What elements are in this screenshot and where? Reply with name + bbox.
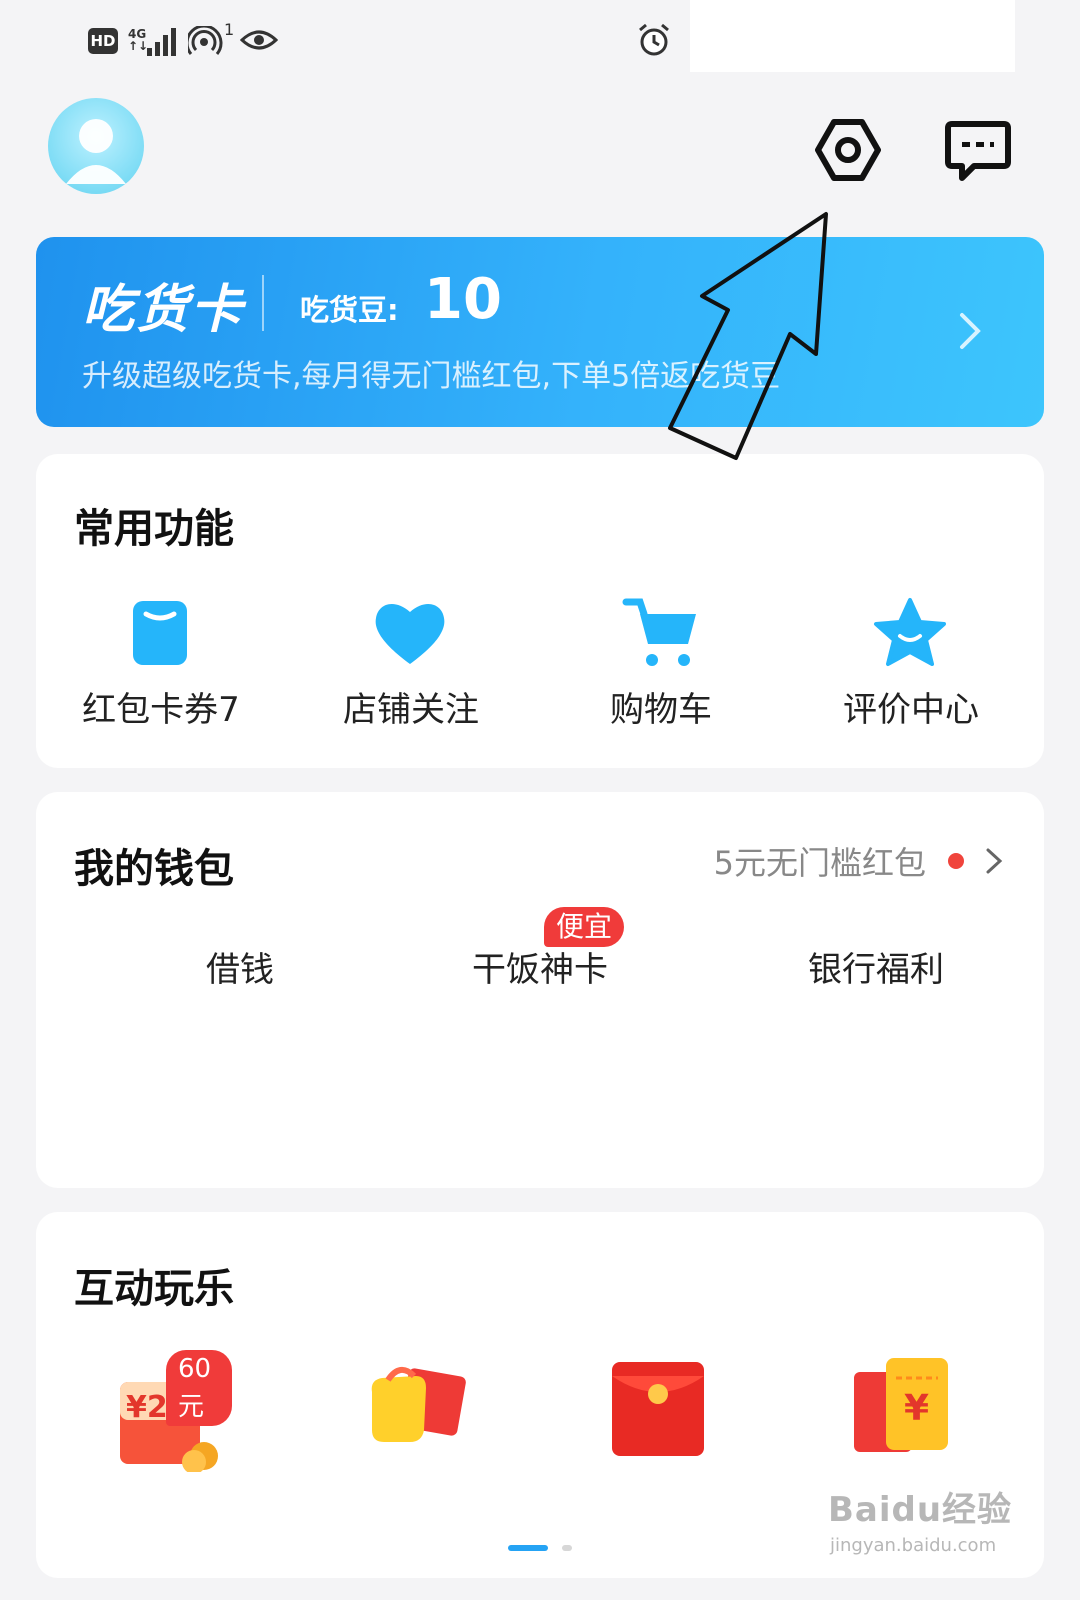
vip-card-subtitle: 升级超级吃货卡,每月得无门槛红包,下单5倍返吃货豆 <box>82 359 781 394</box>
section-title: 常用功能 <box>74 506 234 552</box>
game-ticket[interactable]: ¥ <box>842 1352 962 1462</box>
section-title: 互动玩乐 <box>74 1266 234 1312</box>
section-title: 我的钱包 <box>74 846 234 892</box>
function-followed-shops[interactable]: 店铺关注 <box>286 584 536 734</box>
cart-icon <box>622 598 696 666</box>
game-badge: 60元 <box>166 1350 232 1426</box>
red-packet-icon[interactable] <box>598 1352 718 1462</box>
alarm-icon <box>639 23 669 56</box>
chevron-right-icon <box>986 848 1003 874</box>
hotspot-count: 1 <box>224 20 235 39</box>
wallet-promo-text: 5元无门槛红包 <box>713 844 926 882</box>
gift-box-icon[interactable] <box>354 1352 474 1462</box>
function-label: 店铺关注 <box>343 690 479 730</box>
function-cart[interactable]: 购物车 <box>536 584 786 734</box>
page-indicator-active <box>508 1545 548 1551</box>
avatar[interactable] <box>48 98 144 194</box>
watermark-main: Baidu经验 <box>828 1490 1013 1530</box>
vip-card[interactable]: 吃货卡 吃货豆: 10 升级超级吃货卡,每月得无门槛红包,下单5倍返吃货豆 <box>36 237 1044 427</box>
beans-value: 10 <box>424 267 502 332</box>
eye-icon <box>240 30 278 50</box>
hotspot-icon <box>188 26 223 55</box>
game-red-envelope[interactable]: ¥20 60元 <box>112 1350 232 1474</box>
wallet-bank-benefits[interactable]: 银行福利 <box>746 942 1006 991</box>
watermark: Baidu经验 jingyan.baidu.com <box>828 1482 1028 1592</box>
hexagon-settings-icon[interactable] <box>812 114 884 186</box>
function-label: 红包卡券7 <box>82 690 240 730</box>
status-bar: HD 4G ↑↓ 1 <box>0 0 1080 80</box>
star-icon <box>874 598 946 666</box>
ticket-symbol: ¥ <box>904 1388 930 1429</box>
beans-label: 吃货豆: <box>300 293 399 327</box>
wallet-card: 我的钱包 5元无门槛红包 借钱 干饭神卡 便宜 银行福利 <box>36 792 1044 1188</box>
wallet-promo-link[interactable]: 5元无门槛红包 <box>714 838 1008 884</box>
cheap-badge: 便宜 <box>544 907 625 947</box>
coupon-icon <box>133 601 187 665</box>
function-coupons[interactable]: 红包卡券7 <box>36 584 286 734</box>
function-reviews[interactable]: 评价中心 <box>786 584 1036 734</box>
ticket-coupon-icon <box>854 1358 948 1452</box>
user-silhouette-icon <box>66 119 126 184</box>
vip-card-title: 吃货卡 <box>82 280 245 340</box>
function-label: 购物车 <box>610 690 712 730</box>
status-redaction <box>690 0 1015 72</box>
page-indicator <box>562 1545 572 1551</box>
wallet-meal-card[interactable]: 干饭神卡 <box>410 942 670 991</box>
divider <box>262 275 264 331</box>
chat-bubble-icon[interactable] <box>942 114 1014 186</box>
heart-icon <box>375 604 445 664</box>
signal-icon <box>147 28 176 56</box>
common-functions-card: 常用功能 红包卡券7 店铺关注 购物车 评价中心 <box>36 454 1044 768</box>
function-label: 评价中心 <box>843 690 979 730</box>
chevron-right-icon <box>960 313 981 349</box>
wallet-borrow[interactable]: 借钱 <box>110 942 370 991</box>
watermark-sub: jingyan.baidu.com <box>830 1535 997 1556</box>
notification-dot <box>948 853 964 869</box>
hd-icon: HD <box>88 28 118 54</box>
